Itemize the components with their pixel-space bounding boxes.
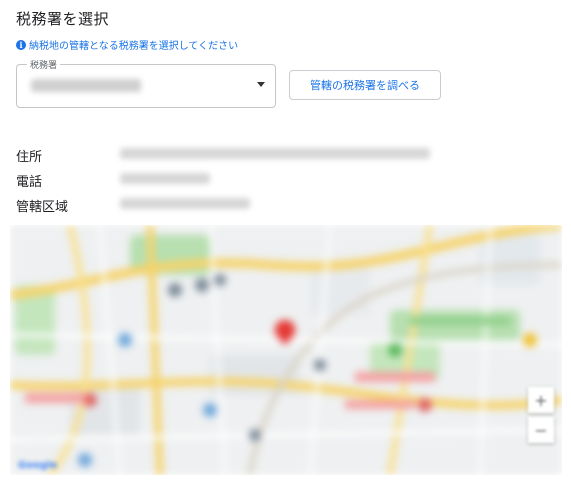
tax-office-select-value (31, 79, 141, 92)
lookup-tax-office-button[interactable]: 管轄の税務署を調べる (289, 70, 441, 100)
zoom-in-button[interactable]: + (528, 387, 554, 413)
tax-office-select-label: 税務署 (27, 58, 61, 71)
tax-office-selection-page: 税務署を選択 i 納税地の管轄となる税務署を選択してください 税務署 管轄の税務… (0, 0, 571, 483)
caret-down-icon[interactable] (257, 82, 265, 87)
map-view[interactable]: + − Google (10, 225, 562, 475)
hint-text-row: i 納税地の管轄となる税務署を選択してください (16, 37, 238, 52)
map-canvas[interactable] (10, 225, 562, 475)
tax-office-select[interactable]: 税務署 (16, 58, 276, 108)
jurisdiction-area-label: 管轄区域 (16, 200, 69, 215)
page-title: 税務署を選択 (16, 10, 110, 28)
map-attribution-logo: Google (18, 460, 58, 471)
phone-label: 電話 (16, 175, 43, 190)
hint-text: 納税地の管轄となる税務署を選択してください (29, 41, 239, 52)
address-value (120, 148, 430, 159)
phone-value (120, 173, 210, 184)
info-icon: i (16, 39, 26, 50)
jurisdiction-area-value (120, 198, 250, 209)
zoom-out-button[interactable]: − (528, 417, 554, 443)
address-label: 住所 (16, 150, 43, 165)
